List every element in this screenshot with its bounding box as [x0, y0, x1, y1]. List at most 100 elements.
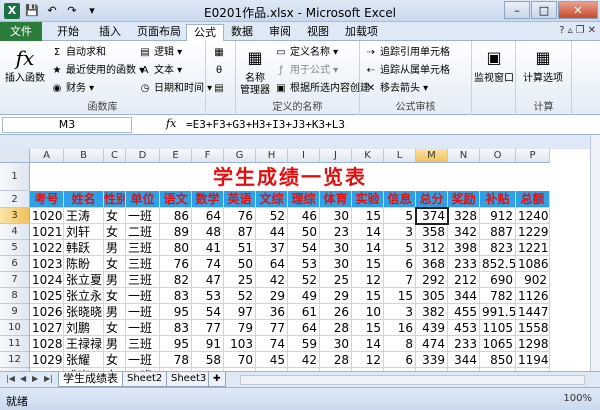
table-cell[interactable]: 张耀	[64, 352, 104, 368]
table-cell[interactable]: 男	[104, 336, 126, 352]
fx-icon[interactable]: fx	[166, 117, 176, 130]
zoom-level[interactable]: 100%	[563, 393, 592, 404]
table-cell[interactable]: 5	[384, 208, 416, 224]
table-cell[interactable]: 36	[256, 304, 288, 320]
table-cell[interactable]: 15	[352, 256, 384, 272]
help-icon[interactable]: ?	[559, 25, 564, 36]
table-cell[interactable]: 77	[256, 320, 288, 336]
table-cell[interactable]: 30	[320, 208, 352, 224]
table-cell[interactable]: 70	[224, 352, 256, 368]
table-cell[interactable]: 张晓晓	[64, 304, 104, 320]
table-cell[interactable]: 53	[192, 288, 224, 304]
table-cell[interactable]: 44	[256, 224, 288, 240]
table-cell[interactable]: 439	[416, 320, 448, 336]
lookup-button[interactable]: ▦	[212, 44, 228, 61]
worksheet-grid[interactable]: ABCDEFGHIJKLMNOP1234567891011121314学生成绩一…	[0, 149, 590, 371]
last-sheet-icon[interactable]: ▶|	[44, 374, 53, 383]
table-cell[interactable]: 42	[256, 272, 288, 288]
table-cell[interactable]: 37	[256, 240, 288, 256]
table-cell[interactable]: 王禄禄	[64, 336, 104, 352]
table-cell[interactable]: 6	[384, 256, 416, 272]
next-sheet-icon[interactable]: ▶	[32, 374, 38, 383]
recent-functions-button[interactable]: ★ 最近使用的函数 ▾	[50, 62, 145, 79]
select-all-corner[interactable]	[0, 149, 30, 163]
row-header-12[interactable]: 12	[0, 352, 30, 368]
table-cell[interactable]: 83	[160, 320, 192, 336]
header-cell[interactable]: 数学	[192, 191, 224, 208]
table-cell[interactable]: 374	[416, 208, 448, 224]
col-header-G[interactable]: G	[224, 149, 256, 163]
row-header-5[interactable]: 5	[0, 240, 30, 256]
table-cell[interactable]: 342	[448, 224, 480, 240]
table-cell[interactable]: 25	[224, 272, 256, 288]
table-cell[interactable]: 1025	[30, 288, 64, 304]
row-header-11[interactable]: 11	[0, 336, 30, 352]
table-cell[interactable]: 312	[416, 240, 448, 256]
row-header-8[interactable]: 8	[0, 288, 30, 304]
insert-function-button[interactable]: fx 插入函数	[4, 44, 46, 85]
table-cell[interactable]: 15	[352, 288, 384, 304]
table-cell[interactable]: 1558	[516, 320, 550, 336]
table-cell[interactable]: 852.5	[480, 256, 516, 272]
table-cell[interactable]: 15	[384, 288, 416, 304]
table-cell[interactable]: 14	[352, 336, 384, 352]
trace-precedents-button[interactable]: ⇢ 追踪引用单元格	[364, 44, 450, 61]
table-cell[interactable]: 292	[416, 272, 448, 288]
maximize-button[interactable]: □	[531, 1, 557, 19]
table-cell[interactable]: 16	[384, 320, 416, 336]
table-cell[interactable]: 48	[192, 224, 224, 240]
insert-sheet-icon[interactable]: ✚	[208, 372, 226, 387]
datetime-button[interactable]: ◷ 日期和时间 ▾	[138, 80, 213, 97]
math-button[interactable]: θ	[212, 62, 228, 79]
col-header-I[interactable]: I	[288, 149, 320, 163]
horizontal-scrollbar[interactable]	[240, 375, 585, 385]
table-cell[interactable]: 1221	[516, 240, 550, 256]
col-header-L[interactable]: L	[384, 149, 416, 163]
restore-icon[interactable]: ❐	[576, 25, 585, 36]
calc-options-button[interactable]: ▦ 计算选项	[520, 44, 566, 85]
tab-7[interactable]: 视图	[300, 24, 336, 41]
sheet-tab-0[interactable]: 学生成绩表	[58, 372, 123, 387]
table-cell[interactable]: 张立永	[64, 288, 104, 304]
tab-2[interactable]: 插入	[92, 24, 128, 41]
table-cell[interactable]: 一班	[126, 320, 160, 336]
sheet-tab-2[interactable]: Sheet3	[166, 372, 212, 387]
col-header-C[interactable]: C	[104, 149, 126, 163]
table-cell[interactable]: 358	[416, 224, 448, 240]
table-cell[interactable]: 1447	[516, 304, 550, 320]
autosum-button[interactable]: Σ 自动求和	[50, 44, 106, 61]
create-from-selection-button[interactable]: ▣ 根据所选内容创建	[274, 80, 370, 97]
name-box[interactable]: M3	[2, 117, 132, 133]
table-cell[interactable]: 1026	[30, 304, 64, 320]
table-cell[interactable]: 女	[104, 320, 126, 336]
table-cell[interactable]: 女	[104, 352, 126, 368]
tab-6[interactable]: 审阅	[262, 24, 298, 41]
table-cell[interactable]: 1029	[30, 352, 64, 368]
table-cell[interactable]: 41	[192, 240, 224, 256]
watch-window-button[interactable]: ▣ 监视窗口	[474, 44, 514, 85]
table-cell[interactable]: 1229	[516, 224, 550, 240]
tab-4[interactable]: 公式	[186, 24, 224, 41]
col-header-O[interactable]: O	[480, 149, 516, 163]
table-cell[interactable]: 58	[192, 352, 224, 368]
table-cell[interactable]: 29	[256, 288, 288, 304]
table-cell[interactable]: 61	[288, 304, 320, 320]
tab-1[interactable]: 开始	[50, 24, 86, 41]
table-cell[interactable]: 49	[288, 288, 320, 304]
row-header-6[interactable]: 6	[0, 256, 30, 272]
table-cell[interactable]: 74	[256, 336, 288, 352]
financial-button[interactable]: ◉ 财务 ▾	[50, 80, 95, 97]
table-cell[interactable]: 339	[416, 352, 448, 368]
table-cell[interactable]: 87	[224, 224, 256, 240]
col-header-F[interactable]: F	[192, 149, 224, 163]
col-header-D[interactable]: D	[126, 149, 160, 163]
table-cell[interactable]: 30	[320, 256, 352, 272]
table-cell[interactable]: 1126	[516, 288, 550, 304]
table-cell[interactable]: 6	[384, 352, 416, 368]
table-cell[interactable]: 54	[192, 304, 224, 320]
first-sheet-icon[interactable]: |◀	[6, 374, 15, 383]
col-header-A[interactable]: A	[30, 149, 64, 163]
table-cell[interactable]: 一班	[126, 352, 160, 368]
col-header-P[interactable]: P	[516, 149, 550, 163]
row-header-2[interactable]: 2	[0, 191, 30, 208]
